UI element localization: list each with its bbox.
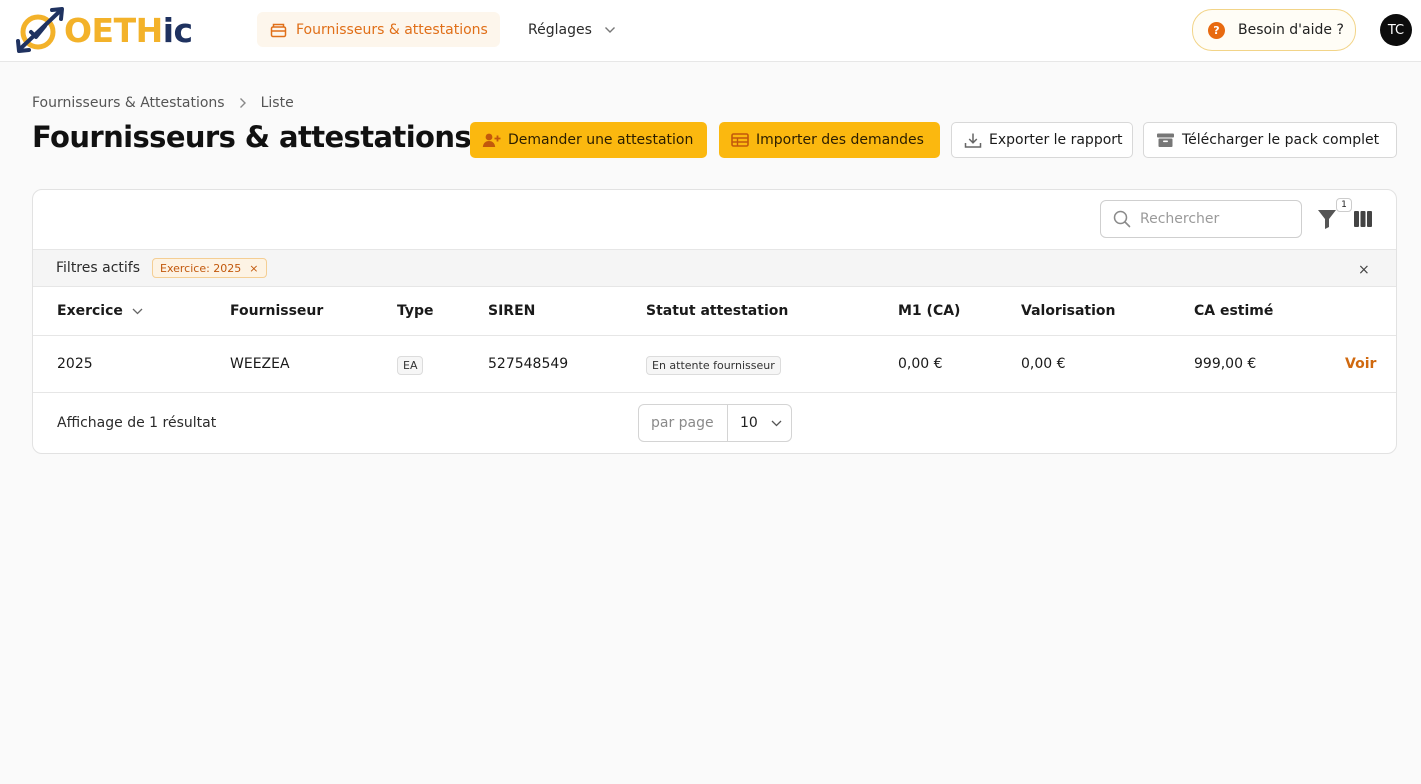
table-icon [731,133,749,147]
table-row[interactable]: 2025 WEEZEA EA 527548549 En attente four… [33,336,1396,393]
chevron-down-icon [771,420,782,426]
nav-suppliers-label: Fournisseurs & attestations [296,21,488,38]
filter-chip[interactable]: Exercice: 2025 × [152,258,267,278]
column-header-type: Type [397,303,434,319]
active-filters-label: Filtres actifs [56,260,140,276]
page-title: Fournisseurs & attestations [32,120,472,154]
active-filters-bar: Filtres actifs Exercice: 2025 × × [33,249,1396,287]
archive-icon [1156,132,1175,148]
per-page-select[interactable]: par page 10 [638,404,792,442]
column-header-m1: M1 (CA) [898,303,961,319]
filter-icon[interactable] [1317,208,1337,230]
filter-count-badge: 1 [1336,198,1352,212]
chevron-right-icon [239,97,247,109]
per-page-label: par page [639,405,728,441]
clear-filters-button[interactable]: × [1358,262,1370,278]
column-header-exercice[interactable]: Exercice [57,303,143,319]
cell-fournisseur: WEEZEA [230,356,290,372]
user-plus-icon [482,132,501,148]
cell-ca-estime: 999,00 € [1194,356,1257,372]
import-requests-label: Importer des demandes [756,132,924,148]
help-label: Besoin d'aide ? [1238,22,1344,38]
breadcrumb-item-list: Liste [260,95,294,111]
result-count: Affichage de 1 résultat [57,415,217,431]
chevron-down-icon [132,308,143,314]
avatar[interactable]: TC [1380,14,1412,46]
nav-suppliers[interactable]: Fournisseurs & attestations [257,12,500,47]
columns-icon[interactable] [1353,210,1373,228]
close-icon[interactable]: × [249,262,258,275]
search-input[interactable] [1140,211,1290,227]
cell-exercice: 2025 [57,356,93,372]
breadcrumb-item-suppliers[interactable]: Fournisseurs & Attestations [32,95,225,111]
export-report-label: Exporter le rapport [989,132,1123,148]
logo-text: OETHic [64,10,193,50]
search-icon [1113,210,1131,228]
question-circle-icon: ? [1208,21,1225,39]
export-report-button[interactable]: Exporter le rapport [951,122,1133,158]
search-field[interactable] [1100,200,1302,238]
column-header-siren: SIREN [488,303,536,319]
column-header-label: Exercice [57,303,123,319]
nav-settings-label: Réglages [528,21,592,38]
logo[interactable]: OETHic [16,6,193,54]
box-icon [270,23,287,37]
cell-siren: 527548549 [488,356,569,372]
top-navigation: OETHic Fournisseurs & attestations Régla… [0,0,1421,62]
download-pack-label: Télécharger le pack complet [1182,132,1380,148]
nav-settings[interactable]: Réglages [516,12,616,47]
breadcrumb: Fournisseurs & Attestations Liste [32,95,294,111]
cell-valorisation: 0,00 € [1021,356,1066,372]
request-attestation-label: Demander une attestation [508,132,694,148]
column-header-fournisseur: Fournisseur [230,303,324,319]
per-page-value: 10 [740,415,758,431]
per-page-dropdown[interactable]: 10 [728,415,791,431]
download-pack-button[interactable]: Télécharger le pack complet [1143,122,1397,158]
column-header-ca-estime: CA estimé [1194,303,1274,319]
column-header-statut: Statut attestation [646,303,789,319]
chevron-down-icon [604,26,615,33]
cell-m1: 0,00 € [898,356,943,372]
status-badge: En attente fournisseur [646,356,781,375]
column-header-valorisation: Valorisation [1021,303,1116,319]
suppliers-table-card: 1 Filtres actifs Exercice: 2025 × × Exer… [32,189,1397,454]
view-link[interactable]: Voir [1345,356,1376,372]
request-attestation-button[interactable]: Demander une attestation [470,122,707,158]
table-header: Exercice Fournisseur Type SIREN Statut a… [33,287,1396,336]
help-button[interactable]: ? Besoin d'aide ? [1192,9,1356,51]
logo-mark-icon [16,7,64,53]
import-requests-button[interactable]: Importer des demandes [719,122,940,158]
filter-chip-label: Exercice: 2025 [160,261,242,275]
download-icon [964,132,982,149]
type-badge: EA [397,356,424,375]
